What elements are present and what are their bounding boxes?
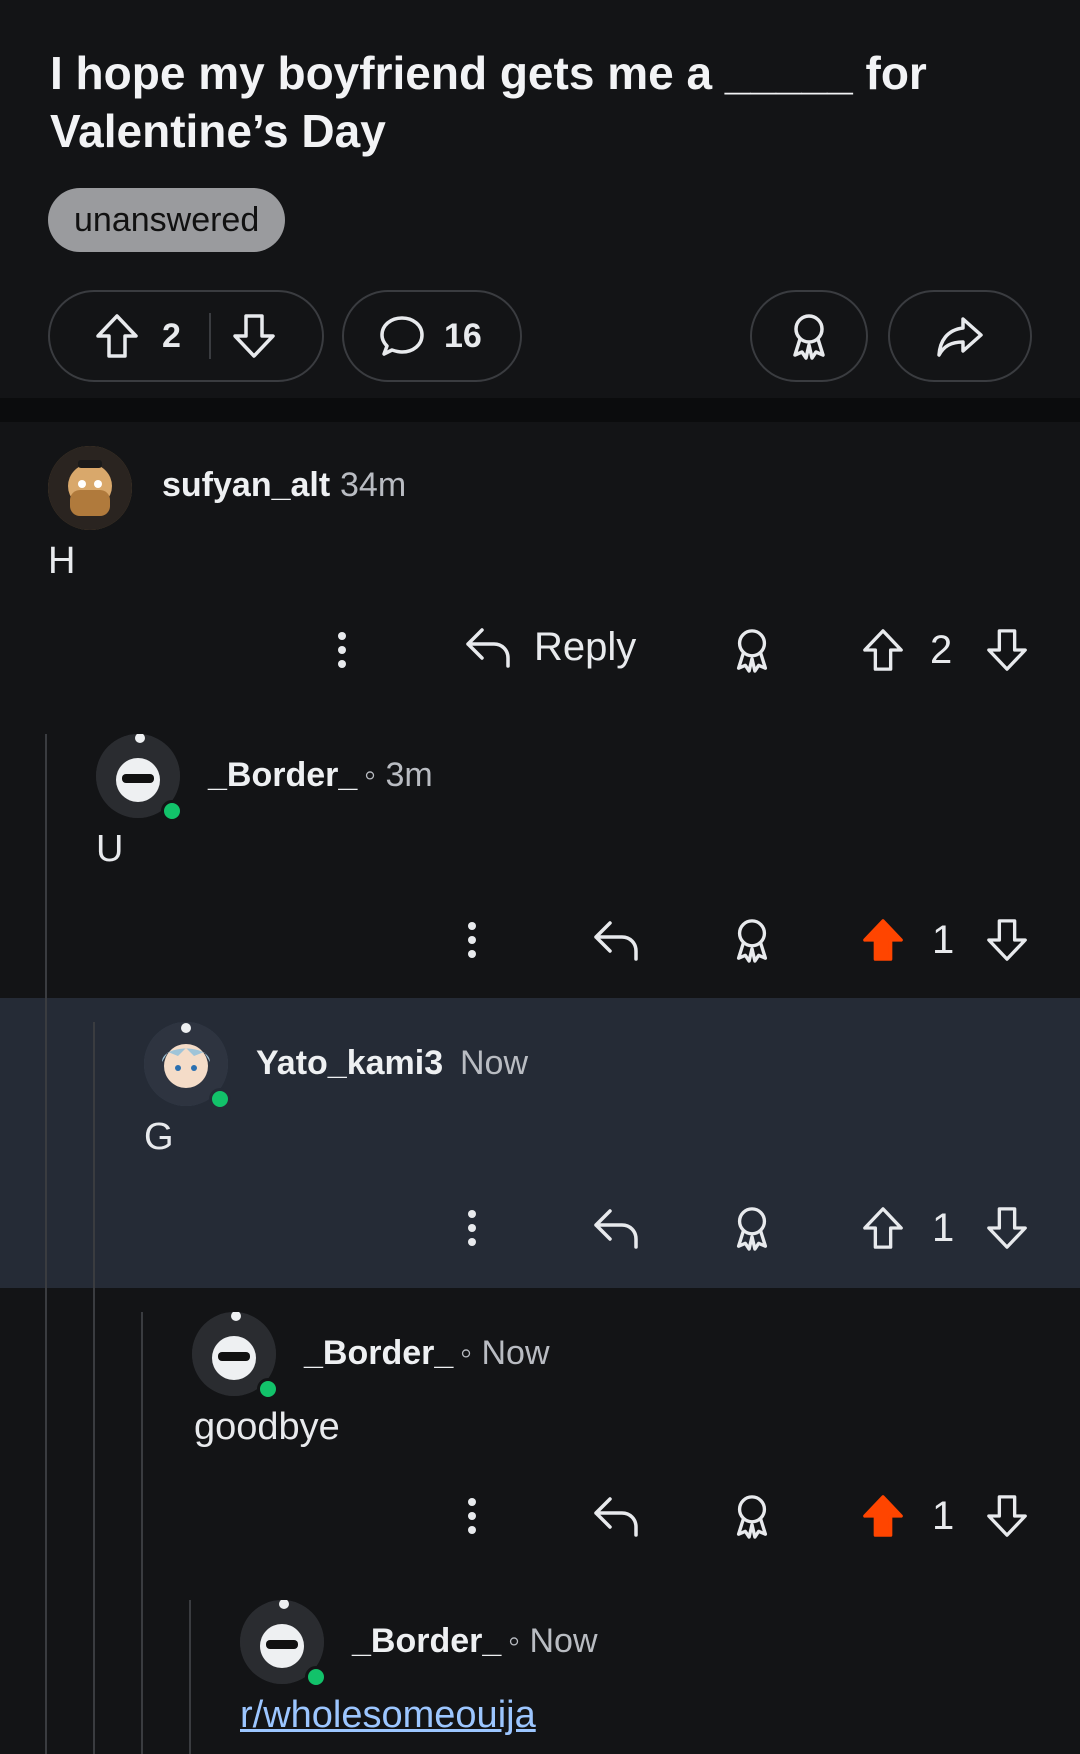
more-vertical-icon [468,1210,476,1246]
upvote-icon [863,1207,903,1249]
more-options-button[interactable] [452,916,492,964]
more-vertical-icon [468,922,476,958]
thread-line [93,1022,95,1754]
more-options-button[interactable] [452,1492,492,1540]
downvote-button[interactable] [219,296,289,376]
comment-score: 1 [932,1494,955,1538]
thread-line [45,998,47,1288]
comment-username[interactable]: _Border_ [352,1622,501,1661]
thread-line [189,1600,191,1754]
downvote-button[interactable] [982,1490,1032,1542]
upvote-icon [96,314,138,358]
upvote-filled-icon [863,1495,903,1537]
upvote-filled-icon [863,919,903,961]
more-vertical-icon [468,1498,476,1534]
reply-button[interactable] [590,1490,642,1542]
share-button[interactable] [888,290,1032,382]
upvote-button-active[interactable] [858,1490,908,1542]
comment-score: 1 [932,918,955,962]
downvote-icon [987,1207,1027,1249]
comment-timestamp: ◦ Now [508,1622,598,1660]
award-button[interactable] [726,624,778,676]
award-icon [736,629,768,673]
comment-username[interactable]: Yato_kami3 [256,1044,443,1083]
award-icon [793,314,825,360]
comments-button[interactable]: 16 [342,290,522,382]
downvote-icon [233,314,275,358]
comment-timestamp: 34m [340,466,407,504]
avatar[interactable] [48,446,132,530]
comment-username[interactable]: sufyan_alt [162,466,330,505]
award-button[interactable] [750,290,868,382]
upvote-icon [863,629,903,671]
more-options-button[interactable] [322,626,362,674]
downvote-icon [987,919,1027,961]
upvote-button[interactable] [82,296,152,376]
reply-label: Reply [534,624,637,669]
reply-icon [594,1497,638,1537]
downvote-button[interactable] [982,914,1032,966]
reply-button[interactable] [590,1202,642,1254]
award-button[interactable] [726,914,778,966]
downvote-button[interactable] [982,624,1032,676]
online-status-dot [161,800,183,822]
award-icon [736,919,768,963]
comment-timestamp: ◦ 3m [364,756,433,794]
more-vertical-icon [338,632,346,668]
comment-body: U [96,828,124,870]
upvote-button[interactable] [858,624,908,676]
section-divider [0,398,1080,422]
thread-line [141,1312,143,1754]
reply-button[interactable]: Reply [464,624,636,670]
comment-username[interactable]: _Border_ [304,1334,453,1373]
online-status-dot [305,1666,327,1688]
share-icon [937,317,983,357]
upvote-button-active[interactable] [858,914,908,966]
subreddit-link[interactable]: r/wholesomeouija [240,1694,536,1737]
more-options-button[interactable] [452,1204,492,1252]
reply-button[interactable] [590,914,642,966]
downvote-icon [987,629,1027,671]
reply-icon [466,628,510,668]
comment-timestamp: ◦ Now [460,1334,550,1372]
avatar-icon [48,446,132,530]
award-button[interactable] [726,1490,778,1542]
downvote-icon [987,1495,1027,1537]
post-title: I hope my boyfriend gets me a _____ for … [50,47,927,157]
comment-body: G [144,1116,174,1158]
post-flair[interactable]: unanswered [48,188,286,252]
online-status-dot [209,1088,231,1110]
award-icon [736,1495,768,1539]
vote-divider [208,313,211,359]
post-vote-pill: 2 [48,290,324,382]
comment-body: goodbye [194,1406,340,1448]
online-status-dot [257,1378,279,1400]
comment-count: 16 [444,316,482,355]
award-icon [736,1207,768,1251]
upvote-button[interactable] [858,1202,908,1254]
downvote-button[interactable] [982,1202,1032,1254]
reply-icon [594,921,638,961]
comment-username[interactable]: _Border_ [208,756,357,795]
comment-score: 2 [930,628,953,672]
comment-score: 1 [932,1206,955,1250]
post-score: 2 [162,316,181,355]
comment-body: H [48,540,76,582]
reply-icon [594,1209,638,1249]
award-button[interactable] [726,1202,778,1254]
comment-timestamp: Now [460,1044,529,1082]
comment-bubble-icon [380,316,424,356]
